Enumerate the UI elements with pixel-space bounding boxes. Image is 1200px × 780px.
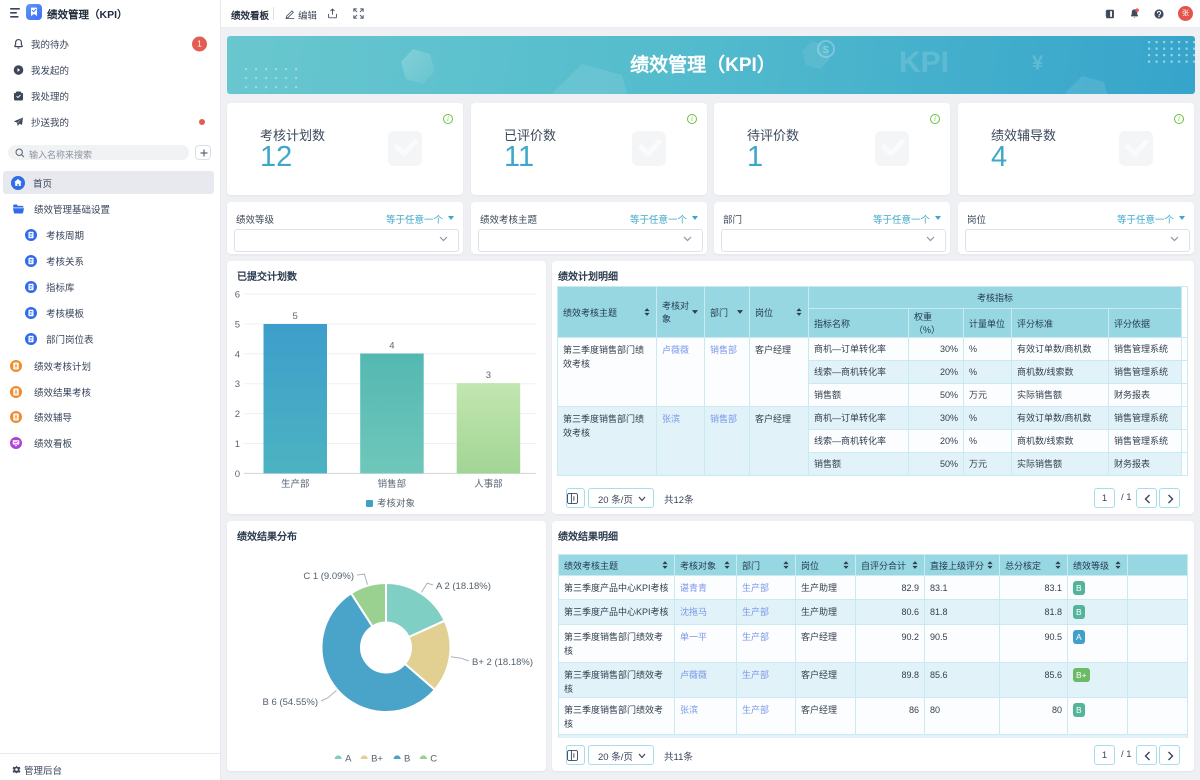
svg-text:人事部: 人事部 <box>474 478 503 490</box>
svg-text:C: C <box>430 754 437 765</box>
svg-text:B: B <box>404 754 410 765</box>
svg-text:A 2 (18.18%): A 2 (18.18%) <box>436 581 491 592</box>
svg-text:C 1 (9.09%): C 1 (9.09%) <box>303 571 354 582</box>
svg-text:3: 3 <box>486 370 491 381</box>
svg-text:考核对象: 考核对象 <box>377 498 416 510</box>
svg-text:B+: B+ <box>371 754 383 765</box>
svg-text:5: 5 <box>235 319 240 330</box>
svg-text:0: 0 <box>235 469 240 480</box>
svg-text:B 6 (54.55%): B 6 (54.55%) <box>263 697 318 708</box>
svg-text:2: 2 <box>235 409 240 420</box>
svg-text:A: A <box>345 754 352 765</box>
svg-text:4: 4 <box>389 341 394 352</box>
svg-text:销售部: 销售部 <box>378 478 407 490</box>
svg-text:6: 6 <box>235 290 240 301</box>
svg-text:生产部: 生产部 <box>281 478 310 490</box>
svg-text:1: 1 <box>235 439 240 450</box>
svg-text:3: 3 <box>235 379 240 390</box>
svg-text:B+ 2 (18.18%): B+ 2 (18.18%) <box>472 657 533 668</box>
svg-text:5: 5 <box>293 311 298 322</box>
svg-text:4: 4 <box>235 349 240 360</box>
